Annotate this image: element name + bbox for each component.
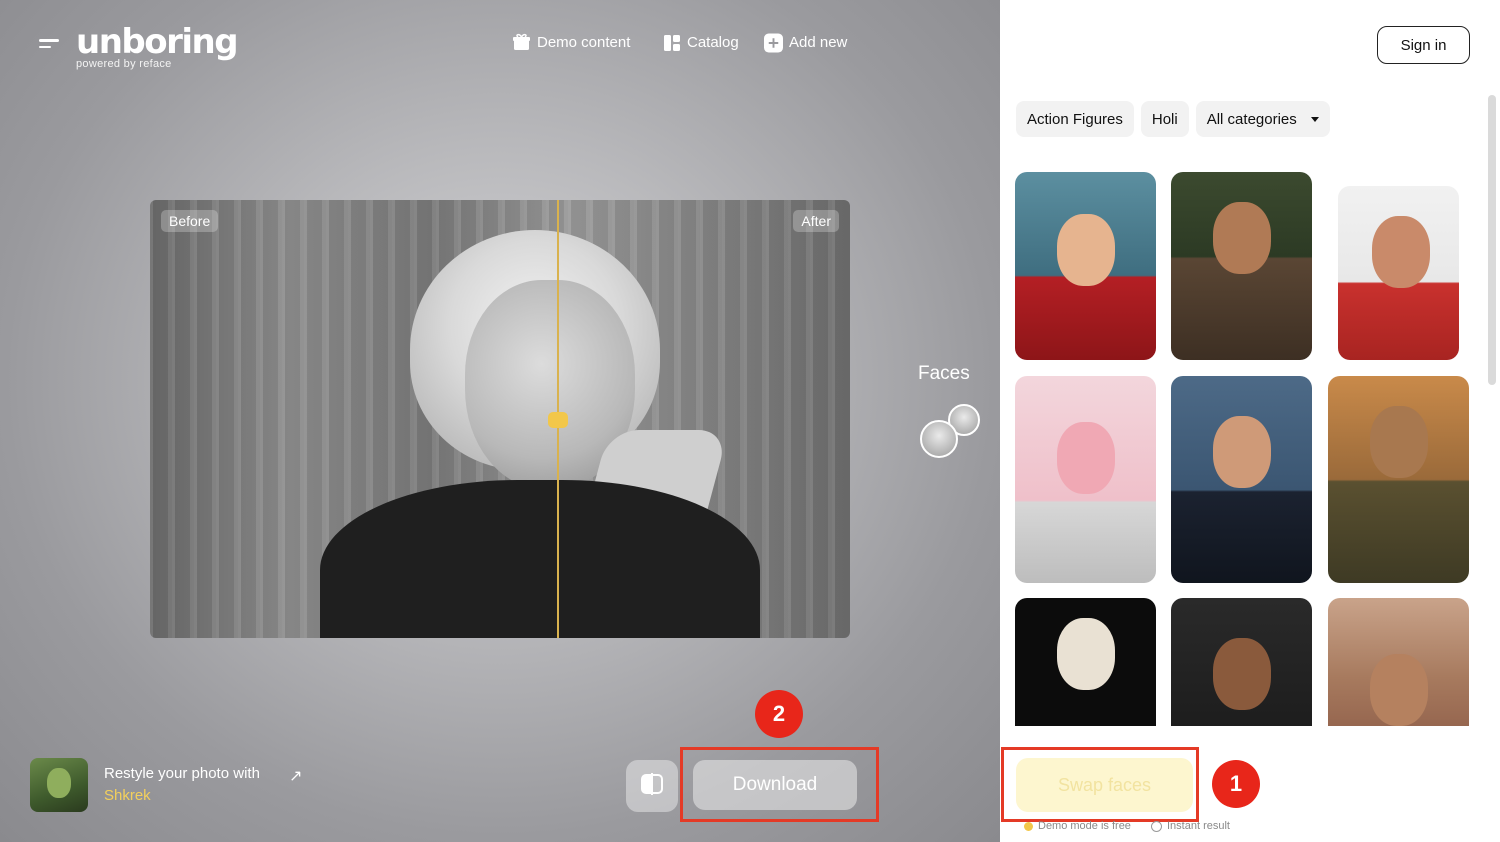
category-chips: Action Figures Holi All categories [1016, 101, 1330, 137]
plus-icon [764, 33, 783, 52]
restyle-link[interactable]: Shkrek [104, 785, 260, 807]
template-face [1370, 406, 1428, 478]
template-card[interactable] [1328, 376, 1469, 583]
logo-wordmark: unboring [76, 22, 239, 62]
restyle-text: Restyle your photo with [104, 765, 260, 782]
template-face [1213, 638, 1271, 710]
before-tag: Before [161, 210, 219, 232]
template-card[interactable] [1328, 598, 1469, 726]
nav-demo-label: Demo content [537, 34, 631, 51]
template-face [1213, 202, 1271, 274]
compare-slider-handle[interactable] [548, 412, 568, 428]
nav-catalog[interactable]: Catalog [662, 33, 739, 52]
chip-label: All categories [1206, 110, 1297, 128]
demo-mode-text: Demo mode is free [1038, 820, 1131, 832]
template-card[interactable] [1015, 376, 1156, 583]
gift-icon [512, 33, 531, 52]
compare-toggle-button[interactable] [626, 760, 678, 812]
coin-icon [1024, 821, 1033, 831]
chip-all-categories[interactable]: All categories [1195, 101, 1330, 137]
after-tag: After [793, 210, 839, 232]
logo[interactable]: unboring powered by reface [76, 22, 239, 70]
template-face [1057, 618, 1115, 690]
restyle-text-block: Restyle your photo with Shkrek [104, 763, 260, 807]
chip-label: Action Figures [1027, 110, 1123, 128]
nav-demo-content[interactable]: Demo content [512, 33, 630, 52]
instant-result-note: Instant result [1151, 820, 1230, 832]
nav-catalog-label: Catalog [687, 34, 739, 51]
before-after-compare[interactable]: Before After [150, 200, 850, 638]
instant-result-text: Instant result [1167, 820, 1230, 832]
restyle-promo[interactable]: Restyle your photo with Shkrek [30, 758, 260, 812]
chip-action-figures[interactable]: Action Figures [1016, 101, 1134, 137]
chip-label: Holi [1151, 110, 1178, 128]
nav-add-new[interactable]: Add new [764, 33, 847, 52]
template-panel: Sign in Action Figures Holi All categori… [1000, 0, 1500, 842]
nav-add-label: Add new [789, 34, 848, 51]
photo-subject [320, 230, 760, 638]
restyle-avatar [30, 758, 88, 812]
template-card[interactable] [1171, 376, 1312, 583]
template-face [1057, 214, 1115, 286]
template-grid [1015, 172, 1470, 726]
template-face [1370, 654, 1428, 726]
panel-scrollbar[interactable] [1488, 95, 1496, 385]
template-face [1057, 422, 1115, 494]
template-card[interactable] [1171, 172, 1312, 360]
clock-icon [1151, 820, 1162, 832]
split-view-icon [640, 772, 664, 800]
demo-mode-note: Demo mode is free [1024, 820, 1131, 832]
catalog-icon [662, 33, 681, 52]
external-arrow-icon[interactable]: ↗ [289, 766, 302, 786]
face-thumb-source[interactable] [920, 420, 958, 458]
template-card[interactable] [1015, 598, 1156, 726]
template-face [1213, 416, 1271, 488]
step-badge-1: 1 [1212, 760, 1260, 808]
swap-highlight-box [1001, 747, 1199, 822]
subject-body [320, 480, 760, 638]
template-card[interactable] [1015, 172, 1156, 360]
caret-down-icon [1310, 116, 1319, 122]
template-face [1372, 216, 1430, 288]
chip-holi[interactable]: Holi [1140, 101, 1189, 137]
hamburger-menu-icon[interactable] [39, 39, 59, 51]
step-badge-2: 2 [755, 690, 803, 738]
faces-label: Faces [918, 363, 970, 384]
top-bar: unboring powered by reface Demo content … [0, 0, 1000, 90]
template-card[interactable] [1338, 186, 1459, 360]
download-highlight-box [680, 747, 879, 822]
sign-in-button[interactable]: Sign in [1377, 26, 1470, 64]
preview-stage: unboring powered by reface Demo content … [0, 0, 1000, 842]
template-card[interactable] [1171, 598, 1312, 726]
